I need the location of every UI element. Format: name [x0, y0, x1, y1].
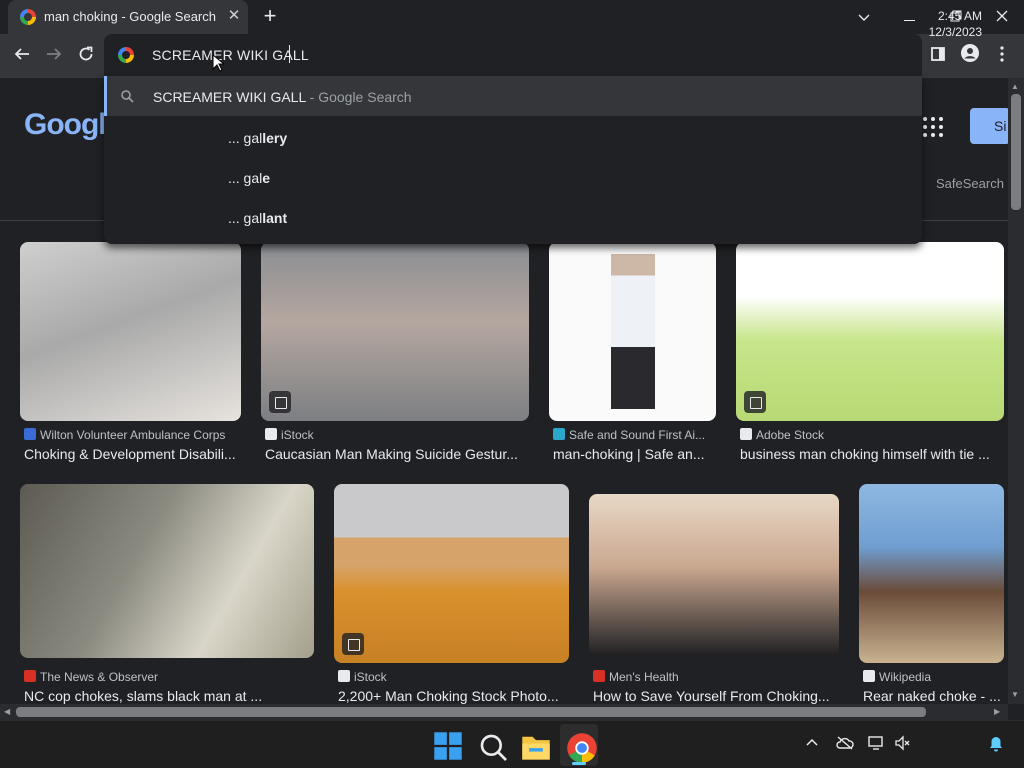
- result-caption[interactable]: NC cop chokes, slams black man at ...: [24, 688, 314, 704]
- google-search-engine-icon: [118, 47, 134, 63]
- result-source: Wikipedia: [879, 670, 932, 684]
- result-thumbnail[interactable]: [334, 484, 569, 663]
- back-icon[interactable]: [8, 42, 36, 70]
- suggestion-search-row[interactable]: SCREAMER WIKI GALL - Google Search: [104, 76, 922, 116]
- result-source: Safe and Sound First Ai...: [569, 428, 706, 442]
- result-thumbnail[interactable]: [20, 484, 314, 658]
- result-thumbnail[interactable]: [261, 242, 529, 421]
- chrome-icon[interactable]: [566, 732, 598, 764]
- istock-favicon-icon: [338, 670, 350, 682]
- result-thumbnail[interactable]: [736, 242, 1004, 421]
- safesearch-button[interactable]: SafeSearch: [936, 176, 1004, 191]
- result-thumbnail[interactable]: [20, 242, 241, 421]
- istock-favicon-icon: [265, 428, 277, 440]
- suggestion-item[interactable]: ... gallery: [228, 130, 287, 146]
- safe-sound-favicon-icon: [553, 428, 565, 440]
- result-source: Wilton Volunteer Ambulance Corps: [40, 428, 226, 442]
- text-cursor: [289, 45, 290, 63]
- suggestion-item[interactable]: ... gallant: [228, 210, 287, 226]
- tab-title: man choking - Google Search: [44, 9, 216, 24]
- result-thumbnail[interactable]: [859, 484, 1004, 663]
- wilton-favicon-icon: [24, 428, 36, 440]
- forward-icon[interactable]: [40, 42, 68, 70]
- mens-health-favicon-icon: [593, 670, 605, 682]
- address-bar[interactable]: SCREAMER WIKI GALL: [104, 34, 922, 76]
- address-bar-input[interactable]: SCREAMER WIKI GALL: [152, 47, 309, 63]
- image-badge-icon: [269, 391, 291, 413]
- result-source: Men's Health: [609, 670, 679, 684]
- file-explorer-icon[interactable]: [520, 731, 552, 763]
- news-observer-favicon-icon: [24, 670, 36, 682]
- result-caption[interactable]: 2,200+ Man Choking Stock Photo...: [338, 688, 569, 704]
- scroll-left-arrow-icon[interactable]: ◀: [4, 707, 10, 716]
- result-caption[interactable]: business man choking himself with tie ..…: [740, 446, 1004, 462]
- windows-start-icon[interactable]: [432, 730, 464, 762]
- vertical-scroll-thumb[interactable]: [1011, 94, 1021, 210]
- mouse-pointer-icon: [212, 54, 224, 72]
- new-tab-button[interactable]: +: [258, 4, 282, 28]
- side-panel-icon[interactable]: [924, 42, 952, 70]
- scroll-down-arrow-icon[interactable]: ▼: [1011, 690, 1019, 699]
- horizontal-scroll-thumb[interactable]: [16, 707, 926, 717]
- tab-close-icon[interactable]: ✕: [224, 6, 244, 26]
- more-menu-icon[interactable]: [988, 42, 1016, 70]
- search-icon: [121, 90, 134, 103]
- show-hidden-icons-icon[interactable]: [806, 738, 818, 746]
- onedrive-icon[interactable]: [836, 736, 854, 750]
- notification-bell-icon[interactable]: [988, 736, 1004, 752]
- image-badge-icon: [342, 633, 364, 655]
- profile-icon[interactable]: [956, 42, 984, 70]
- network-icon[interactable]: [868, 735, 886, 751]
- tab-search-icon[interactable]: [842, 2, 886, 32]
- clock-date: 12/3/2023: [928, 25, 982, 39]
- scroll-up-arrow-icon[interactable]: ▲: [1011, 82, 1019, 91]
- result-source: iStock: [281, 428, 314, 442]
- wikipedia-favicon-icon: [863, 670, 875, 682]
- result-caption[interactable]: man-choking | Safe an...: [553, 446, 716, 462]
- result-caption[interactable]: Choking & Development Disabili...: [24, 446, 241, 462]
- clock-time: 2:45 AM: [937, 9, 982, 23]
- adobe-stock-favicon-icon: [740, 428, 752, 440]
- omnibox-suggestions: SCREAMER WIKI GALL - Google Search ... g…: [104, 76, 922, 244]
- result-caption[interactable]: How to Save Yourself From Choking...: [593, 688, 839, 704]
- taskbar-search-icon[interactable]: [478, 732, 510, 764]
- result-thumbnail[interactable]: [549, 242, 716, 421]
- image-badge-icon: [744, 391, 766, 413]
- figure-shape: [611, 254, 655, 409]
- apps-grid-icon[interactable]: [922, 116, 944, 138]
- suggestion-suffix: - Google Search: [305, 89, 412, 105]
- suggestion-query: SCREAMER WIKI GALL: [153, 89, 306, 105]
- sign-in-button[interactable]: Si: [970, 108, 1008, 144]
- result-thumbnail[interactable]: [589, 494, 839, 656]
- close-window-icon[interactable]: [980, 2, 1024, 32]
- active-tab[interactable]: man choking - Google Search ✕: [8, 0, 248, 34]
- suggestion-item[interactable]: ... gale: [228, 170, 270, 186]
- active-app-indicator: [572, 762, 586, 765]
- volume-muted-icon[interactable]: [894, 735, 912, 751]
- reload-icon[interactable]: [72, 42, 100, 70]
- google-favicon-icon: [20, 9, 36, 25]
- scroll-right-arrow-icon[interactable]: ▶: [994, 707, 1000, 716]
- result-source: Adobe Stock: [756, 428, 825, 442]
- result-source: The News & Observer: [40, 670, 159, 684]
- result-caption[interactable]: Rear naked choke - ...: [863, 688, 1004, 704]
- result-source: iStock: [354, 670, 387, 684]
- system-clock[interactable]: 2:45 AM 12/3/2023: [918, 8, 982, 40]
- result-caption[interactable]: Caucasian Man Making Suicide Gestur...: [265, 446, 529, 462]
